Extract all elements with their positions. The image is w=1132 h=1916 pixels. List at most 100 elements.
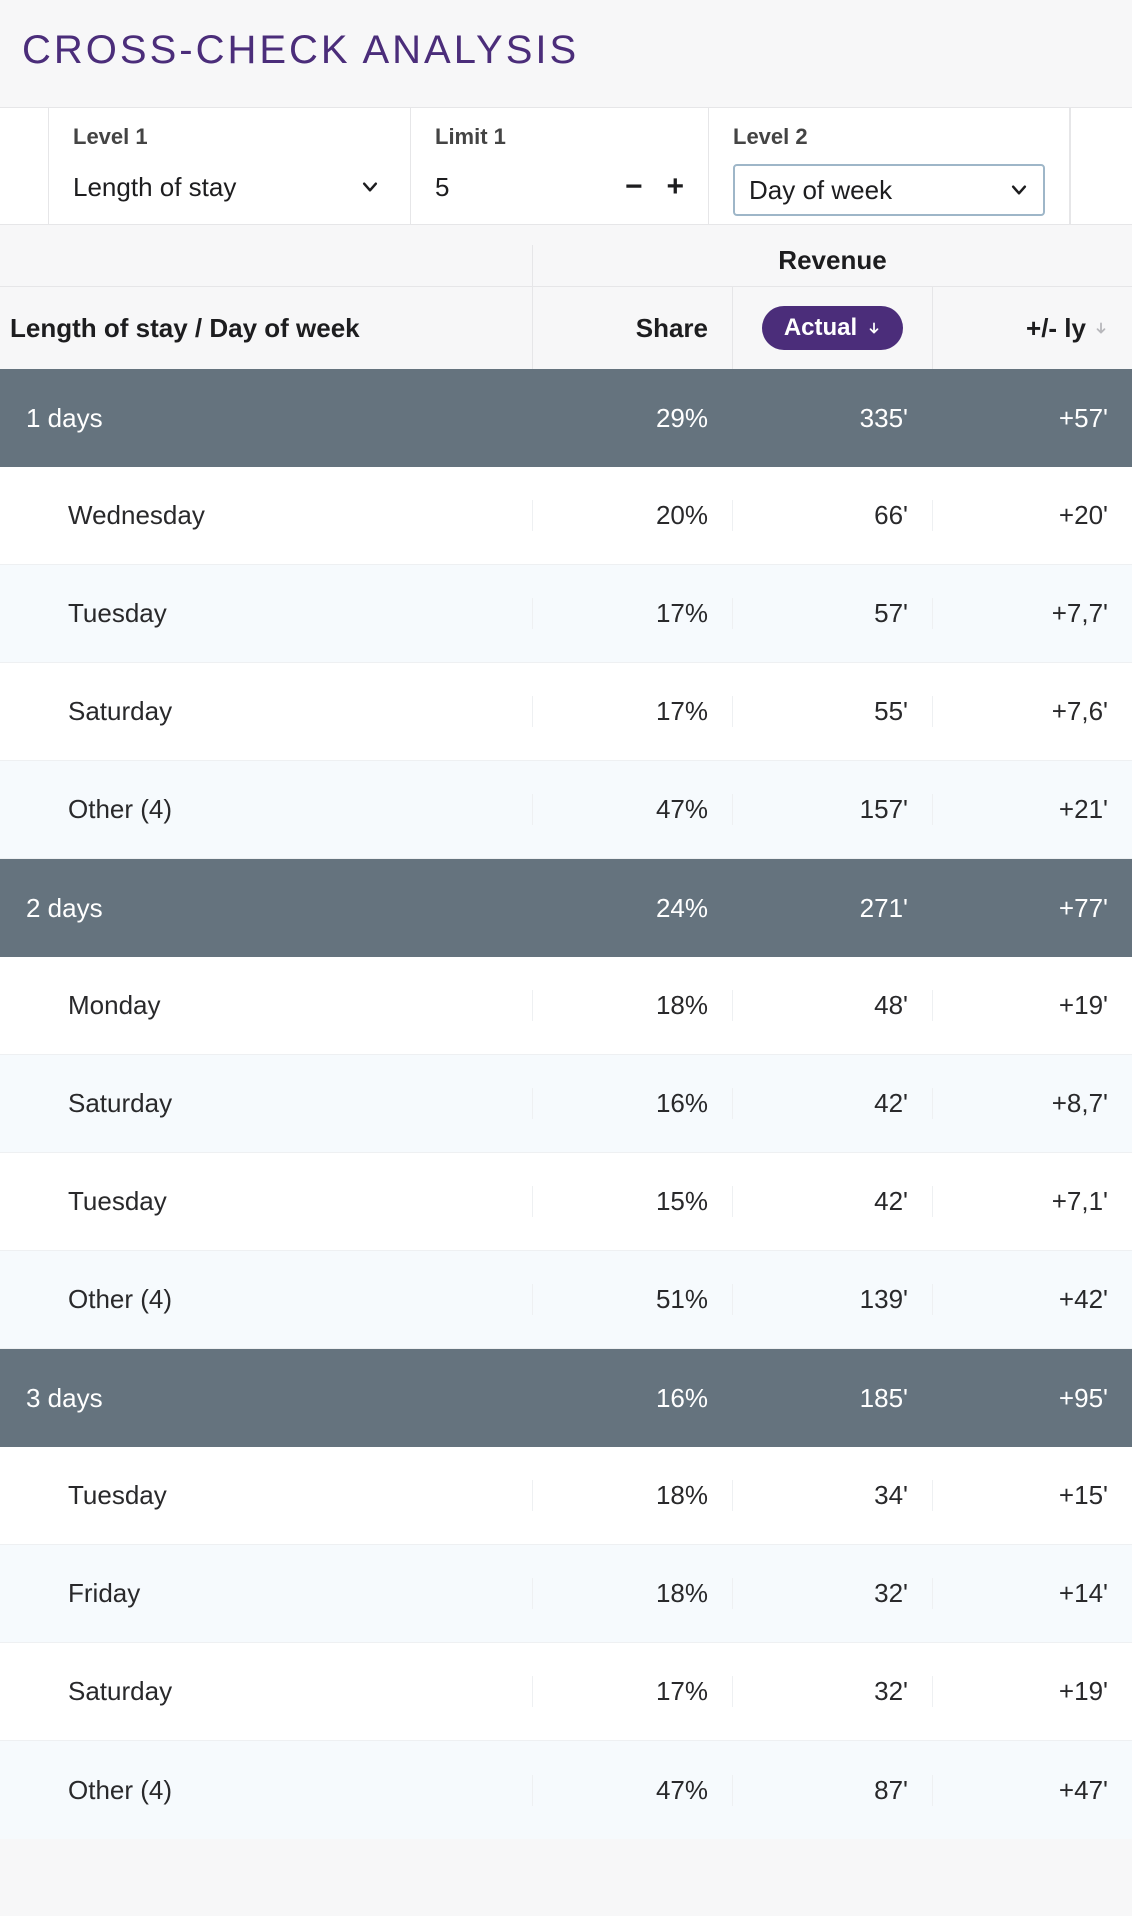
table-row[interactable]: Monday18%48'+19' [0, 957, 1132, 1055]
filter-level1: Level 1 Length of stay [48, 108, 410, 224]
group-actual: 271' [732, 893, 932, 924]
group-actual: 335' [732, 403, 932, 434]
row-share: 51% [532, 1284, 732, 1315]
level2-value: Day of week [749, 175, 892, 206]
group-share: 29% [532, 403, 732, 434]
group-row[interactable]: 3 days16%185'+95' [0, 1349, 1132, 1447]
actual-sort-pill[interactable]: Actual [762, 306, 903, 350]
group-label: 1 days [0, 403, 532, 434]
row-share: 47% [532, 1775, 732, 1806]
row-actual: 42' [732, 1186, 932, 1217]
row-actual: 66' [732, 500, 932, 531]
row-label: Other (4) [0, 794, 532, 825]
row-label: Friday [0, 1578, 532, 1609]
row-actual: 48' [732, 990, 932, 1021]
table-row[interactable]: Wednesday20%66'+20' [0, 467, 1132, 565]
level2-select[interactable]: Day of week [733, 164, 1045, 216]
row-ly: +19' [932, 1676, 1132, 1707]
column-group-revenue: Revenue [532, 245, 1132, 286]
group-label: 2 days [0, 893, 532, 924]
table-row[interactable]: Tuesday15%42'+7,1' [0, 1153, 1132, 1251]
row-label: Saturday [0, 1676, 532, 1707]
row-share: 18% [532, 1480, 732, 1511]
row-actual: 32' [732, 1676, 932, 1707]
table-row[interactable]: Saturday16%42'+8,7' [0, 1055, 1132, 1153]
table-row[interactable]: Other (4)47%87'+47' [0, 1741, 1132, 1839]
table-row[interactable]: Other (4)47%157'+21' [0, 761, 1132, 859]
table-row[interactable]: Tuesday17%57'+7,7' [0, 565, 1132, 663]
row-share: 18% [532, 990, 732, 1021]
filter-bar: Level 1 Length of stay Limit 1 5 − + Lev… [0, 107, 1132, 225]
cross-check-table: Revenue Length of stay / Day of week Sha… [0, 225, 1132, 1839]
chevron-down-icon [360, 177, 380, 197]
level1-select[interactable]: Length of stay [73, 164, 386, 210]
row-dimension-header: Length of stay / Day of week [0, 313, 532, 344]
row-label: Saturday [0, 696, 532, 727]
row-ly: +47' [932, 1775, 1132, 1806]
row-label: Other (4) [0, 1284, 532, 1315]
group-ly: +77' [932, 893, 1132, 924]
row-share: 20% [532, 500, 732, 531]
column-share[interactable]: Share [532, 287, 732, 369]
sort-desc-icon [867, 321, 881, 335]
group-ly: +95' [932, 1383, 1132, 1414]
group-share: 16% [532, 1383, 732, 1414]
row-ly: +7,6' [932, 696, 1132, 727]
group-label: 3 days [0, 1383, 532, 1414]
row-actual: 157' [732, 794, 932, 825]
row-share: 17% [532, 696, 732, 727]
limit-increment-button[interactable]: + [666, 172, 684, 202]
row-ly: +8,7' [932, 1088, 1132, 1119]
limit-decrement-button[interactable]: − [625, 172, 643, 202]
row-share: 15% [532, 1186, 732, 1217]
row-label: Saturday [0, 1088, 532, 1119]
table-body: 1 days29%335'+57'Wednesday20%66'+20'Tues… [0, 369, 1132, 1839]
filter-level1-label: Level 1 [73, 124, 386, 150]
column-share-label: Share [636, 313, 708, 344]
table-row[interactable]: Friday18%32'+14' [0, 1545, 1132, 1643]
row-actual: 34' [732, 1480, 932, 1511]
row-share: 17% [532, 598, 732, 629]
row-share: 16% [532, 1088, 732, 1119]
row-ly: +19' [932, 990, 1132, 1021]
row-ly: +7,1' [932, 1186, 1132, 1217]
row-ly: +21' [932, 794, 1132, 825]
chevron-down-icon [1009, 180, 1029, 200]
row-ly: +20' [932, 500, 1132, 531]
row-ly: +15' [932, 1480, 1132, 1511]
limit1-value: 5 [435, 172, 449, 203]
table-row[interactable]: Saturday17%32'+19' [0, 1643, 1132, 1741]
row-share: 18% [532, 1578, 732, 1609]
column-ly[interactable]: +/- ly [932, 287, 1132, 369]
row-actual: 87' [732, 1775, 932, 1806]
page-title: CROSS-CHECK ANALYSIS [0, 0, 1132, 107]
row-actual: 139' [732, 1284, 932, 1315]
row-label: Tuesday [0, 1186, 532, 1217]
filter-tail [1070, 108, 1132, 224]
group-actual: 185' [732, 1383, 932, 1414]
column-actual-label: Actual [784, 314, 857, 342]
group-row[interactable]: 1 days29%335'+57' [0, 369, 1132, 467]
row-actual: 55' [732, 696, 932, 727]
filter-limit1: Limit 1 5 − + [410, 108, 708, 224]
row-ly: +42' [932, 1284, 1132, 1315]
filter-level2-label: Level 2 [733, 124, 1045, 150]
row-label: Tuesday [0, 1480, 532, 1511]
row-share: 17% [532, 1676, 732, 1707]
column-actual[interactable]: Actual [732, 287, 932, 369]
row-label: Monday [0, 990, 532, 1021]
filter-level2: Level 2 Day of week [708, 108, 1070, 224]
table-header: Revenue Length of stay / Day of week Sha… [0, 225, 1132, 369]
row-actual: 42' [732, 1088, 932, 1119]
table-row[interactable]: Other (4)51%139'+42' [0, 1251, 1132, 1349]
table-row[interactable]: Tuesday18%34'+15' [0, 1447, 1132, 1545]
table-row[interactable]: Saturday17%55'+7,6' [0, 663, 1132, 761]
row-label: Tuesday [0, 598, 532, 629]
group-row[interactable]: 2 days24%271'+77' [0, 859, 1132, 957]
filter-limit1-label: Limit 1 [435, 124, 684, 150]
row-label: Wednesday [0, 500, 532, 531]
group-share: 24% [532, 893, 732, 924]
row-ly: +7,7' [932, 598, 1132, 629]
row-share: 47% [532, 794, 732, 825]
group-ly: +57' [932, 403, 1132, 434]
